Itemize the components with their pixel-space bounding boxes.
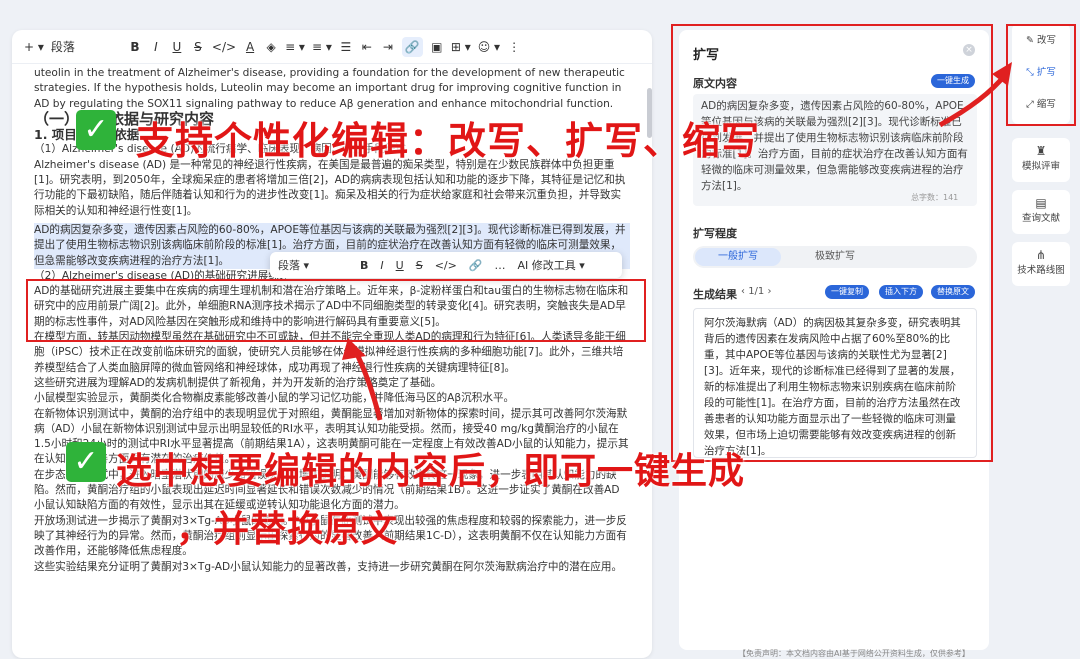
annotation-arrows	[342, 62, 1012, 421]
arrow-to-selection	[352, 348, 383, 421]
check-icon-2: ✓	[66, 442, 106, 482]
check-icon-1: ✓	[76, 110, 116, 150]
arrow-to-side	[938, 73, 1007, 128]
arrow-head-side	[992, 62, 1012, 86]
overlay-line-1: 支持个性化编辑：改写、扩写、缩写	[136, 118, 761, 163]
arrow-head-selection	[342, 338, 366, 360]
overlay-line-2: 选中想要编辑的内容后，即可一键生成	[116, 450, 746, 492]
overlay-line-3: ，并替换原文	[176, 508, 399, 550]
